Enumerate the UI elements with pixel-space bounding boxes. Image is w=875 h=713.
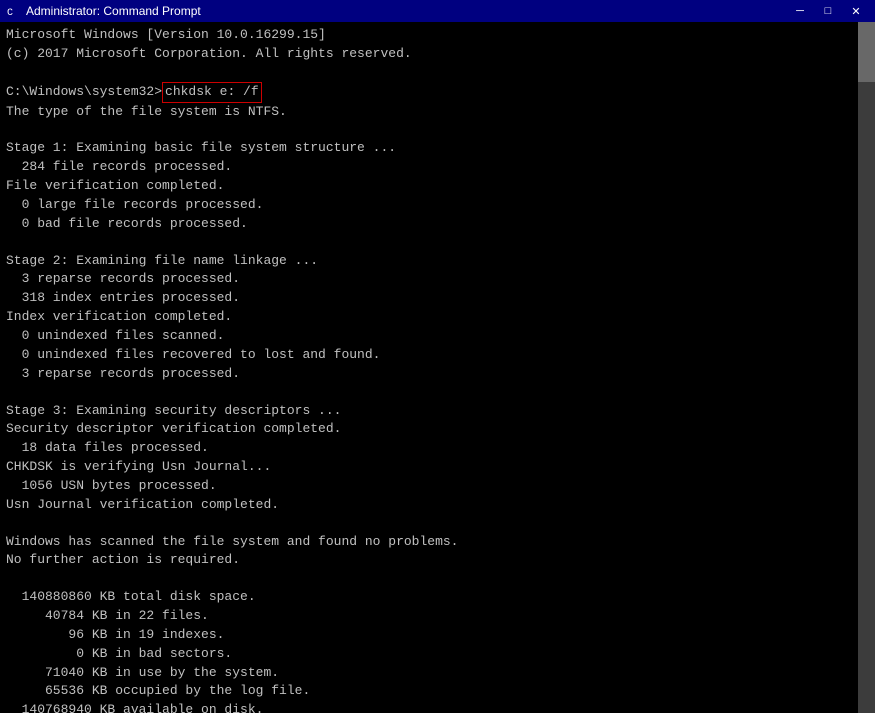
scrollbar-thumb[interactable]: [858, 22, 875, 82]
output-line: [6, 64, 855, 82]
output-line: 3 reparse records processed.: [6, 365, 855, 384]
title-bar-left: C Administrator: Command Prompt: [6, 4, 201, 18]
close-button[interactable]: ✕: [843, 3, 869, 19]
output-line: 71040 KB in use by the system.: [6, 664, 855, 683]
title-bar: C Administrator: Command Prompt ─ □ ✕: [0, 0, 875, 22]
output-line: 140768940 KB available on disk.: [6, 701, 855, 713]
output-line: [6, 384, 855, 402]
output-line: Stage 1: Examining basic file system str…: [6, 139, 855, 158]
svg-text:C: C: [7, 8, 13, 18]
output-line: 140880860 KB total disk space.: [6, 588, 855, 607]
output-line: 96 KB in 19 indexes.: [6, 626, 855, 645]
output-line: 0 bad file records processed.: [6, 215, 855, 234]
output-line: 284 file records processed.: [6, 158, 855, 177]
output-line: The type of the file system is NTFS.: [6, 103, 855, 122]
output-line: Index verification completed.: [6, 308, 855, 327]
minimize-button[interactable]: ─: [787, 3, 813, 19]
output-line: Usn Journal verification completed.: [6, 496, 855, 515]
output-line: 3 reparse records processed.: [6, 270, 855, 289]
output-line: [6, 121, 855, 139]
output-line: [6, 515, 855, 533]
cmd-icon: C: [6, 4, 20, 18]
window-title: Administrator: Command Prompt: [26, 4, 201, 18]
scrollbar-track: [858, 22, 875, 713]
output-line: No further action is required.: [6, 551, 855, 570]
output-line: 40784 KB in 22 files.: [6, 607, 855, 626]
output-line: 65536 KB occupied by the log file.: [6, 682, 855, 701]
output-line: 318 index entries processed.: [6, 289, 855, 308]
output-line: (c) 2017 Microsoft Corporation. All righ…: [6, 45, 855, 64]
output-line: [6, 234, 855, 252]
output-line: Microsoft Windows [Version 10.0.16299.15…: [6, 26, 855, 45]
output-line: [6, 570, 855, 588]
output-line: 0 large file records processed.: [6, 196, 855, 215]
terminal-body: Microsoft Windows [Version 10.0.16299.15…: [0, 22, 875, 713]
command-text: chkdsk e: /f: [162, 82, 262, 103]
output-line: 0 unindexed files recovered to lost and …: [6, 346, 855, 365]
output-line: Security descriptor verification complet…: [6, 420, 855, 439]
output-line: CHKDSK is verifying Usn Journal...: [6, 458, 855, 477]
output-line: Stage 2: Examining file name linkage ...: [6, 252, 855, 271]
output-line: Windows has scanned the file system and …: [6, 533, 855, 552]
title-bar-controls: ─ □ ✕: [787, 3, 869, 19]
output-line: File verification completed.: [6, 177, 855, 196]
output-line: 1056 USN bytes processed.: [6, 477, 855, 496]
prompt-prefix: C:\Windows\system32>: [6, 83, 162, 102]
output-line: 0 unindexed files scanned.: [6, 327, 855, 346]
output-line: 18 data files processed.: [6, 439, 855, 458]
output-line: Stage 3: Examining security descriptors …: [6, 402, 855, 421]
maximize-button[interactable]: □: [815, 3, 841, 19]
prompt-line: C:\Windows\system32>chkdsk e: /f: [6, 82, 855, 103]
output-line: 0 KB in bad sectors.: [6, 645, 855, 664]
